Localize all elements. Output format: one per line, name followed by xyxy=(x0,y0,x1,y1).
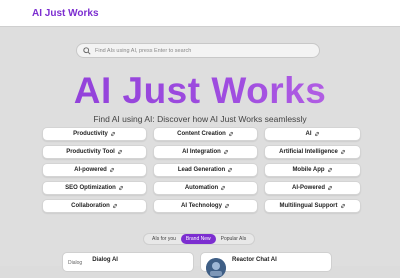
link-icon xyxy=(117,149,122,155)
tag-label: Collaboration xyxy=(71,203,110,209)
hero-subtitle: Find AI using AI: Discover how AI Just W… xyxy=(93,114,307,124)
tag-link[interactable]: AI Technology xyxy=(153,199,258,213)
link-icon xyxy=(109,167,114,173)
tag-label: AI xyxy=(305,131,312,137)
tag-label: SEO Optimization xyxy=(65,185,116,191)
tag-label: AI Integration xyxy=(182,149,221,155)
tag-link[interactable]: Productivity Tool xyxy=(42,145,147,159)
link-icon xyxy=(327,167,332,173)
link-icon xyxy=(228,167,233,173)
hero-title: AI Just Works xyxy=(0,71,400,111)
link-icon xyxy=(340,203,345,209)
dialog-logo: Dialog xyxy=(68,260,83,266)
tag-link[interactable]: Lead Generation xyxy=(153,163,258,177)
tag-label: Productivity xyxy=(73,131,108,137)
tag-link[interactable]: Multilingual Support xyxy=(264,199,361,213)
link-icon xyxy=(118,185,123,191)
card-thumbnail xyxy=(206,258,226,278)
link-icon xyxy=(228,131,233,137)
tag-label: Multilingual Support xyxy=(279,203,338,209)
tag-link[interactable]: AI Integration xyxy=(153,145,258,159)
search-input[interactable] xyxy=(95,47,315,54)
main-page: AI Just Works Find AI using AI: Discover… xyxy=(0,27,400,278)
tab-brand-new[interactable]: Brand New xyxy=(180,234,216,244)
ai-card[interactable]: Reactor Chat AI xyxy=(200,252,332,278)
brand-logo[interactable]: AI Just Works xyxy=(32,8,99,19)
tag-label: Productivity Tool xyxy=(66,149,115,155)
tag-label: AI-Powered xyxy=(291,185,325,191)
tag-grid: Productivity Content Creation AI Product… xyxy=(42,127,361,213)
tag-label: Automation xyxy=(184,185,219,191)
tag-link[interactable]: Automation xyxy=(153,181,258,195)
reactor-thumbnail-icon xyxy=(206,258,226,278)
tag-label: Content Creation xyxy=(177,131,226,137)
tag-label: AI Technology xyxy=(181,203,222,209)
search-bar[interactable] xyxy=(76,43,320,58)
tag-link[interactable]: Collaboration xyxy=(42,199,147,213)
tag-link[interactable]: AI-powered xyxy=(42,163,147,177)
tab-ais-for-you[interactable]: AIs for you xyxy=(147,234,181,244)
tag-label: Artificial Intelligence xyxy=(279,149,338,155)
link-icon xyxy=(328,185,332,191)
top-bar: AI Just Works xyxy=(0,0,400,27)
link-icon xyxy=(221,185,226,191)
tab-popular-ais[interactable]: Popular AIs xyxy=(216,234,252,244)
tag-link[interactable]: SEO Optimization xyxy=(42,181,147,195)
search-icon xyxy=(83,46,91,55)
link-icon xyxy=(110,131,115,137)
link-icon xyxy=(112,203,117,209)
tag-link[interactable]: AI xyxy=(264,127,361,141)
tag-label: AI-powered xyxy=(74,167,107,173)
link-icon xyxy=(225,203,229,209)
card-title[interactable]: Reactor Chat AI xyxy=(232,257,277,263)
link-icon xyxy=(340,149,345,155)
tag-label: Mobile App xyxy=(292,167,325,173)
tag-link[interactable]: Productivity xyxy=(42,127,147,141)
tag-link[interactable]: AI-Powered xyxy=(264,181,361,195)
filter-tabs: AIs for you Brand New Popular AIs xyxy=(143,233,256,245)
link-icon xyxy=(223,149,228,155)
link-icon xyxy=(314,131,319,137)
ai-card[interactable]: Dialog Dialog AI xyxy=(62,252,194,272)
tag-link[interactable]: Mobile App xyxy=(264,163,361,177)
tag-link[interactable]: Content Creation xyxy=(153,127,258,141)
tag-link[interactable]: Artificial Intelligence xyxy=(264,145,361,159)
tag-label: Lead Generation xyxy=(177,167,226,173)
card-title[interactable]: Dialog AI xyxy=(92,257,118,263)
